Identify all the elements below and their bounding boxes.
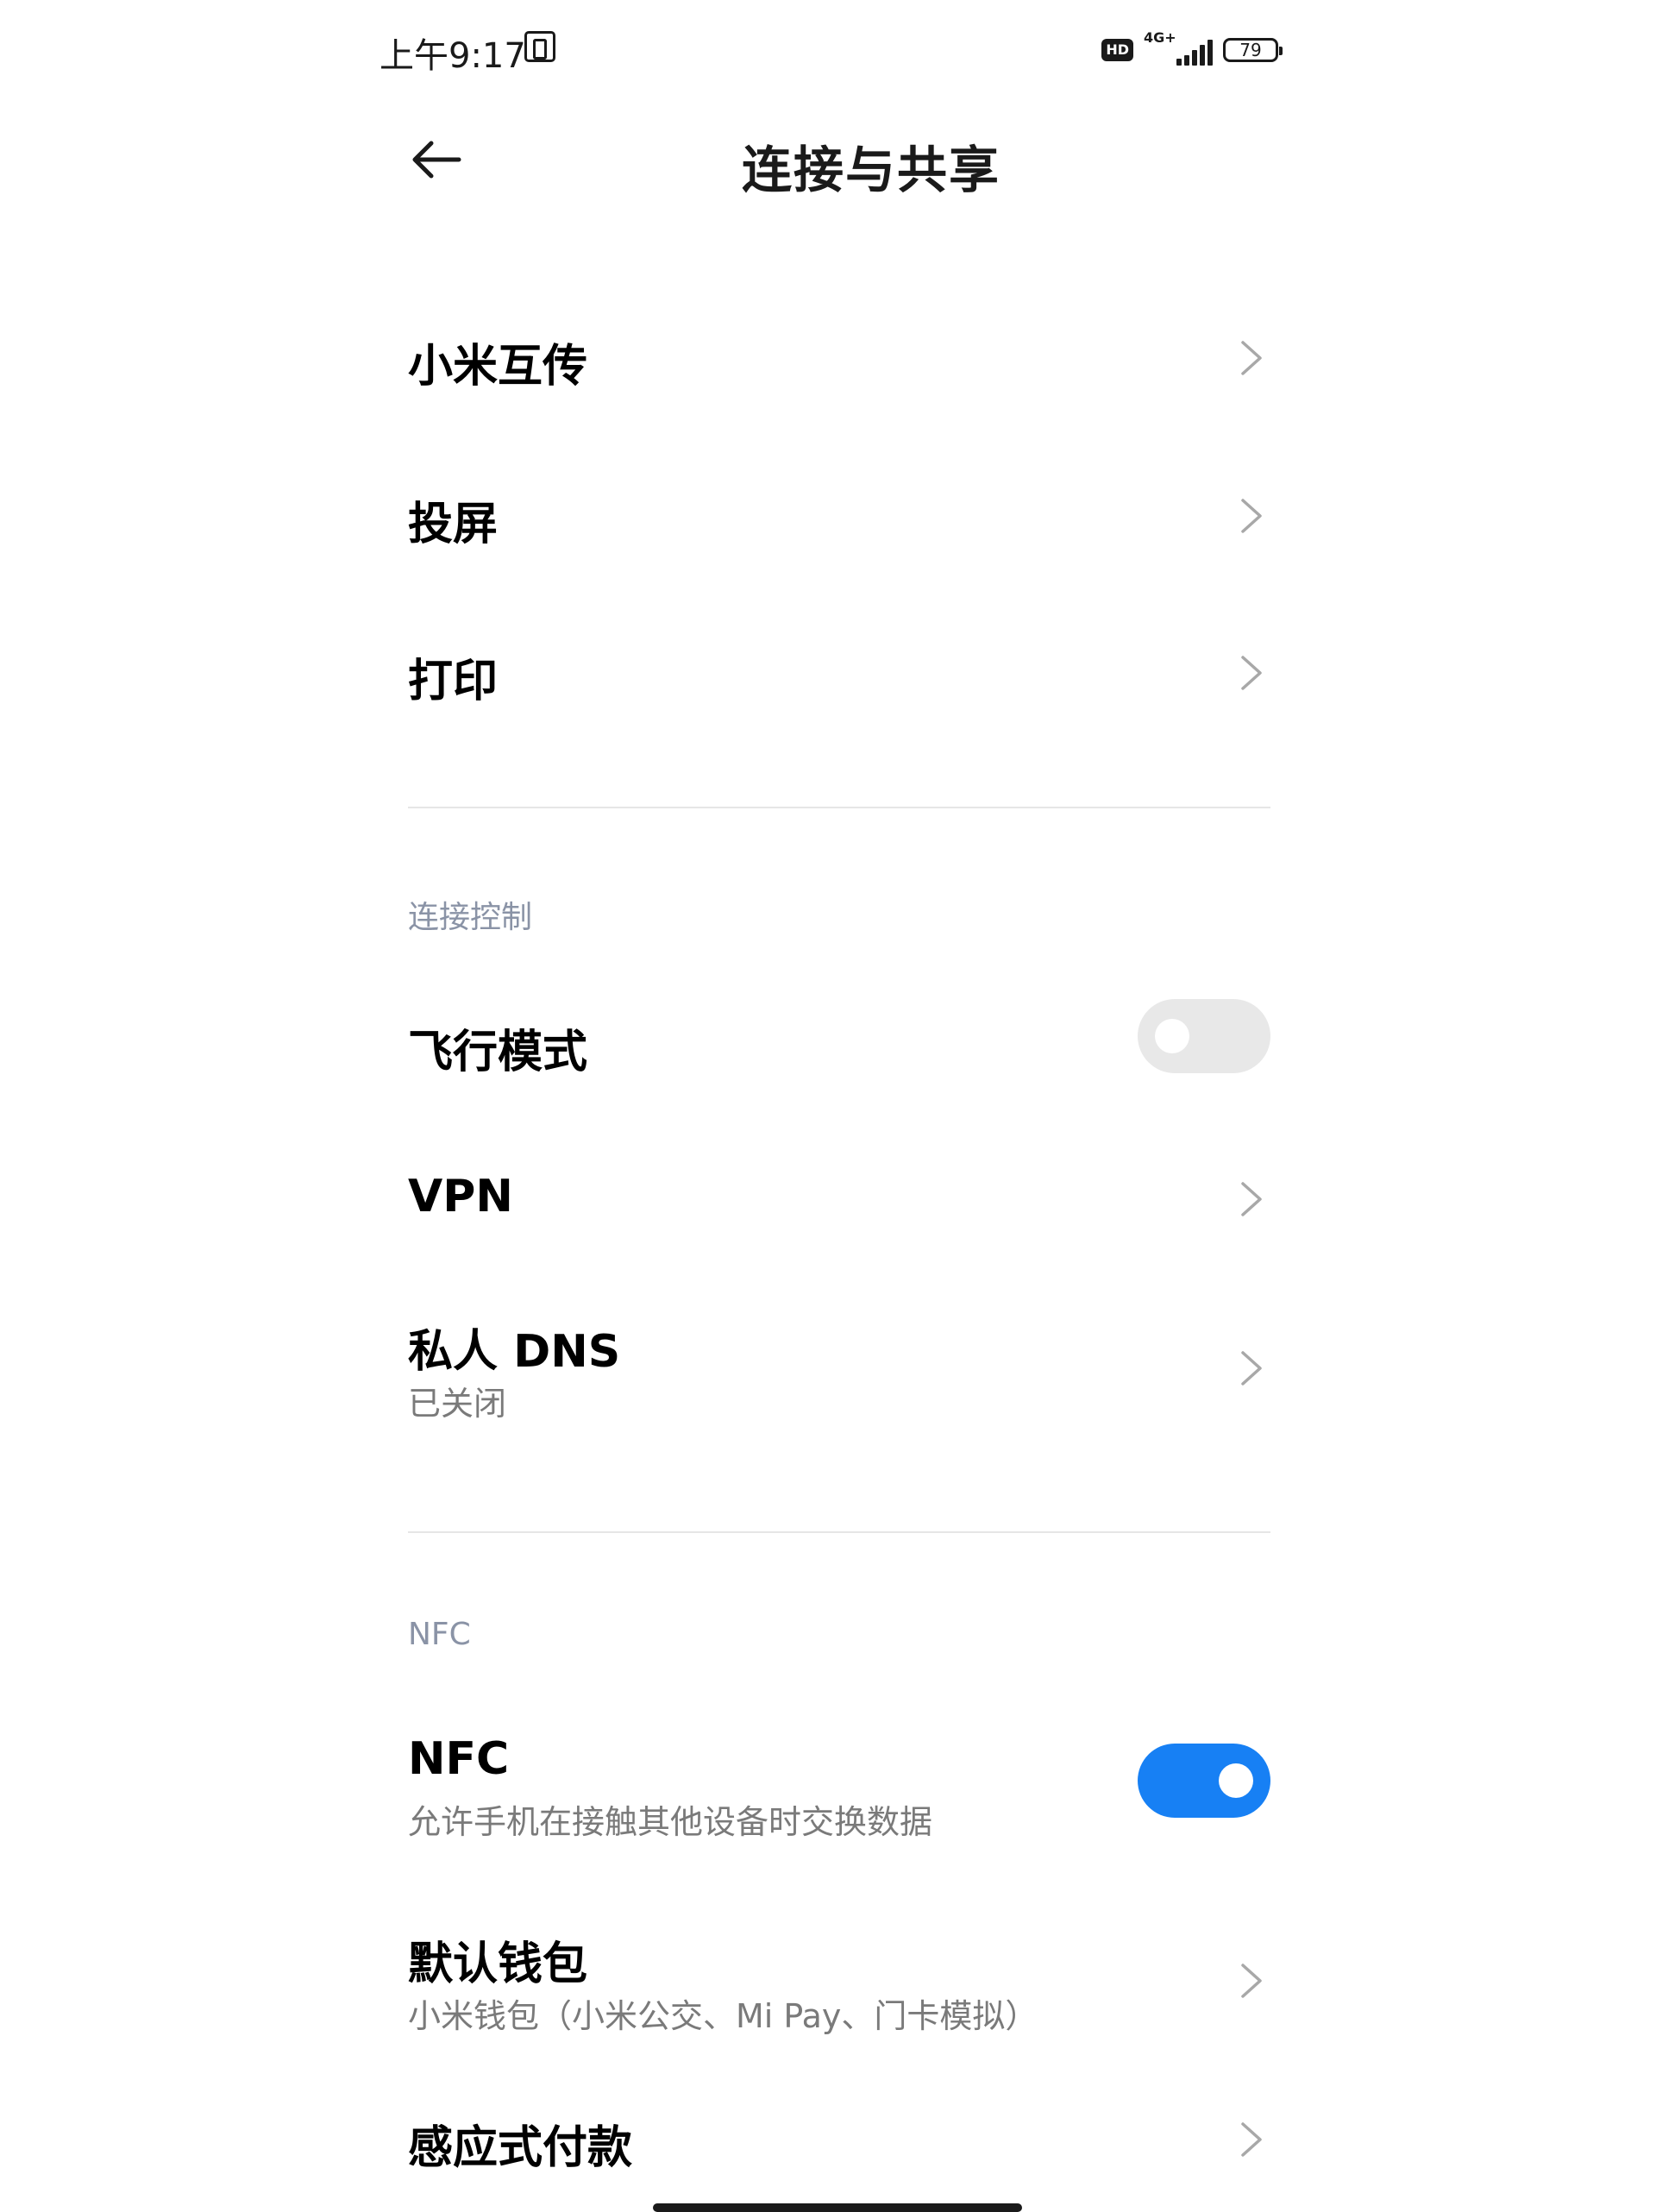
toggle-knob — [1219, 1763, 1253, 1798]
signal-bars — [1176, 40, 1213, 66]
status-time: 上午9:17 — [380, 36, 526, 76]
item-title: 小米互传 — [408, 341, 588, 393]
list-item-mi-share[interactable]: 小米互传 — [408, 311, 1270, 405]
item-subtitle: 小米钱包（小米公交、Mi Pay、门卡模拟） — [408, 1997, 1038, 2035]
item-title: 感应式付款 — [408, 2122, 633, 2174]
section-label-nfc: NFC — [408, 1617, 471, 1652]
list-item-tap-to-pay[interactable]: 感应式付款 — [408, 2092, 1270, 2187]
battery-level: 79 — [1239, 40, 1262, 60]
list-item-vpn[interactable]: VPN — [408, 1152, 1270, 1247]
section-label-connection-control: 连接控制 — [408, 900, 533, 935]
item-title: 私人 DNS — [408, 1326, 621, 1378]
settings-screen: 上午9:17 HD 4G+ 79 连接与共享 小米互传 投屏 打印 连接控制 飞… — [0, 0, 1656, 2212]
chevron-right-icon — [1241, 2122, 1262, 2157]
status-indicators: HD 4G+ 79 — [1101, 29, 1285, 69]
chevron-right-icon — [1241, 499, 1262, 533]
nfc-icon — [524, 31, 555, 62]
section-divider — [408, 807, 1270, 808]
item-title: 打印 — [408, 656, 499, 707]
chevron-right-icon — [1241, 1351, 1262, 1386]
item-title: 默认钱包 — [408, 1939, 588, 1990]
chevron-right-icon — [1241, 341, 1262, 375]
item-subtitle: 允许手机在接触其他设备时交换数据 — [408, 1803, 933, 1841]
chevron-right-icon — [1241, 1964, 1262, 1998]
toggle-knob — [1155, 1019, 1189, 1053]
network-type: 4G+ — [1144, 29, 1176, 46]
item-title: VPN — [408, 1171, 513, 1222]
page-title: 连接与共享 — [741, 141, 1000, 199]
airplane-mode-toggle[interactable] — [1138, 999, 1270, 1073]
item-title: NFC — [408, 1733, 510, 1785]
status-bar: 上午9:17 HD 4G+ 79 — [380, 24, 1285, 76]
item-title: 飞行模式 — [408, 1027, 588, 1078]
list-item-print[interactable]: 打印 — [408, 625, 1270, 720]
nfc-toggle[interactable] — [1138, 1744, 1270, 1818]
list-item-nfc[interactable]: NFC 允许手机在接触其他设备时交换数据 — [408, 1721, 1270, 1851]
chevron-right-icon — [1241, 1182, 1262, 1216]
item-subtitle: 已关闭 — [408, 1385, 507, 1423]
home-indicator[interactable] — [653, 2203, 1022, 2212]
list-item-cast[interactable]: 投屏 — [408, 468, 1270, 563]
list-item-airplane-mode[interactable]: 飞行模式 — [408, 996, 1270, 1091]
list-item-default-wallet[interactable]: 默认钱包 小米钱包（小米公交、Mi Pay、门卡模拟） — [408, 1915, 1270, 2045]
app-header: 连接与共享 — [380, 112, 1276, 207]
section-divider — [408, 1531, 1270, 1533]
hd-voice-badge: HD — [1101, 39, 1133, 61]
signal-icon: 4G+ — [1144, 29, 1213, 69]
battery-icon: 79 — [1223, 38, 1283, 62]
chevron-right-icon — [1241, 656, 1262, 690]
list-item-private-dns[interactable]: 私人 DNS 已关闭 — [408, 1303, 1270, 1432]
item-title: 投屏 — [408, 499, 499, 550]
